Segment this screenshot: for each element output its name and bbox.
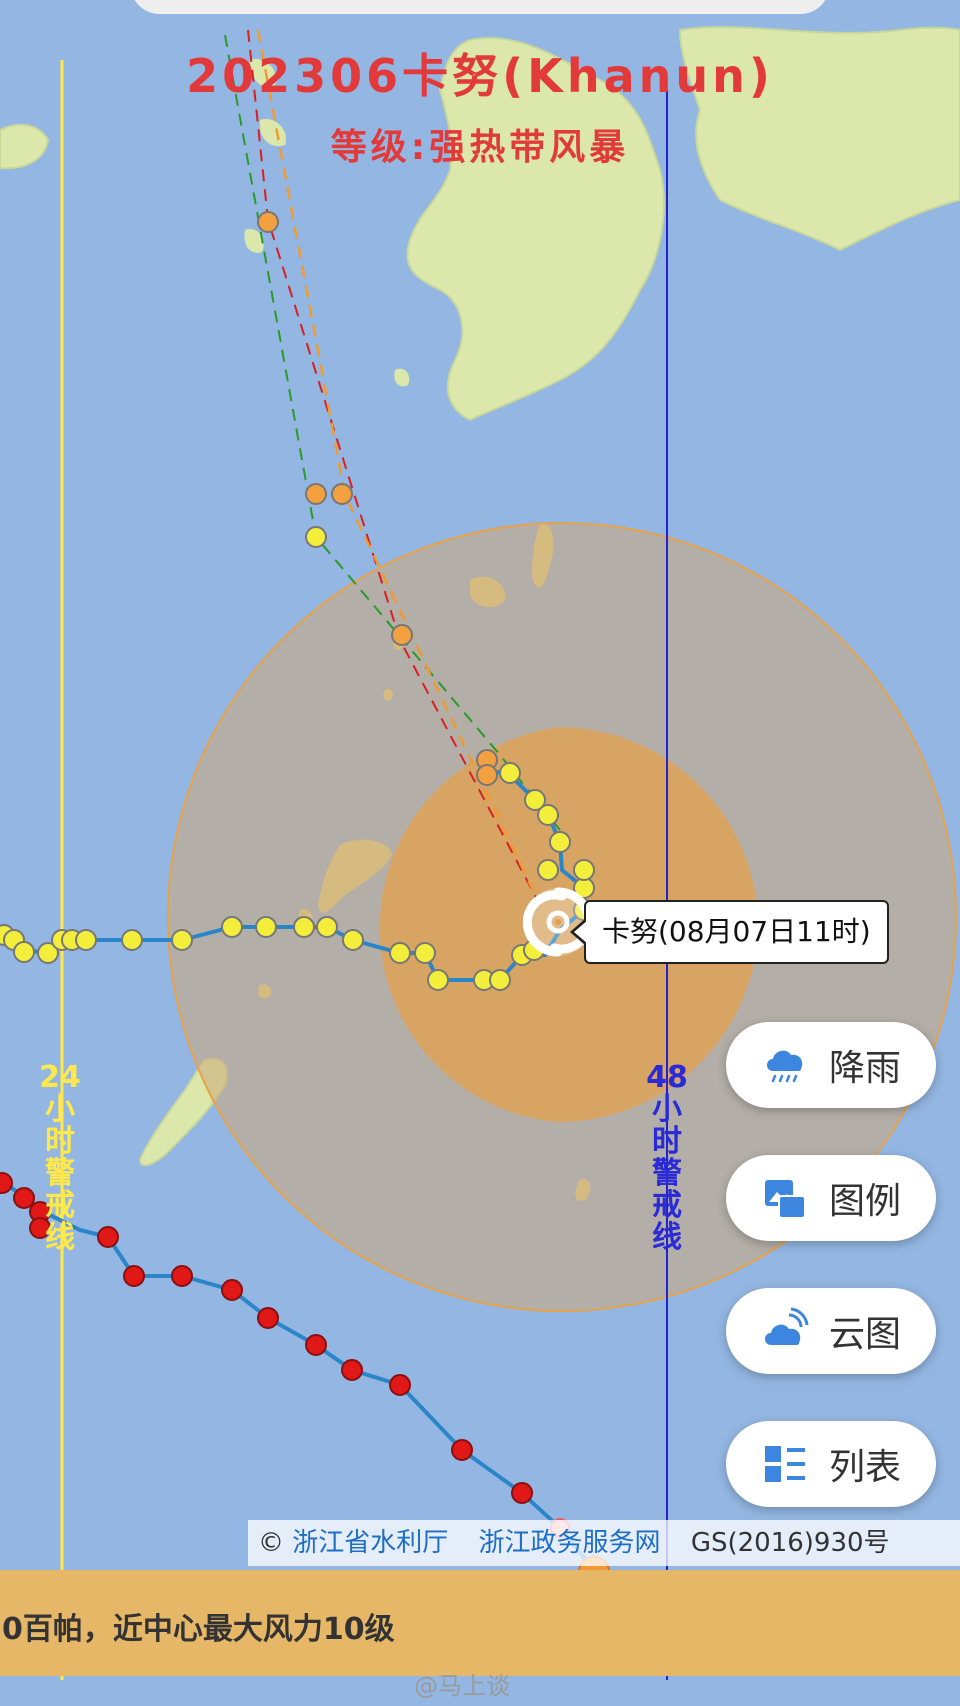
- map-attribution: © 浙江省水利厅 浙江政务服务网 GS(2016)930号: [248, 1520, 960, 1566]
- source-link-gov-service[interactable]: 浙江政务服务网: [479, 1528, 661, 1558]
- list-icon: [764, 1446, 805, 1482]
- typhoon-callout[interactable]: 卡努(08月07日11时): [570, 900, 889, 964]
- satellite-cloud-icon: [764, 1307, 809, 1345]
- warning-label-24h-text: 24 小时警戒线: [39, 1060, 81, 1255]
- rain-button[interactable]: 降雨: [726, 1022, 936, 1108]
- cloud-map-button[interactable]: 云图: [726, 1288, 936, 1374]
- rain-cloud-icon: [766, 1050, 803, 1083]
- typhoon-title: 202306卡努(Khanun): [186, 49, 774, 103]
- warning-label-48h-text: 48 小时警戒线: [646, 1060, 688, 1255]
- map-license: GS(2016)930号: [690, 1528, 890, 1558]
- legend-button-label: 图例: [828, 1181, 901, 1222]
- typhoon-info-text: 0百帕，近中心最大风力10级: [2, 1612, 395, 1647]
- warning-label-48h: 48 小时警戒线: [645, 1062, 689, 1254]
- list-button-label: 列表: [828, 1447, 901, 1488]
- watermark: @马上谈: [414, 1672, 510, 1700]
- legend-button[interactable]: 图例: [726, 1155, 936, 1241]
- list-button[interactable]: 列表: [726, 1421, 936, 1507]
- copyright-symbol: ©: [258, 1528, 284, 1558]
- top-search-bar-edge: [130, 0, 830, 14]
- warning-label-24h: 24 小时警戒线: [38, 1062, 82, 1254]
- typhoon-level: 等级:强热带风暴: [330, 127, 630, 168]
- legend-image-icon: [764, 1180, 806, 1219]
- source-link-water-dept[interactable]: 浙江省水利厅: [292, 1528, 448, 1558]
- rain-button-label: 降雨: [828, 1048, 901, 1089]
- cloud-map-button-label: 云图: [828, 1314, 901, 1355]
